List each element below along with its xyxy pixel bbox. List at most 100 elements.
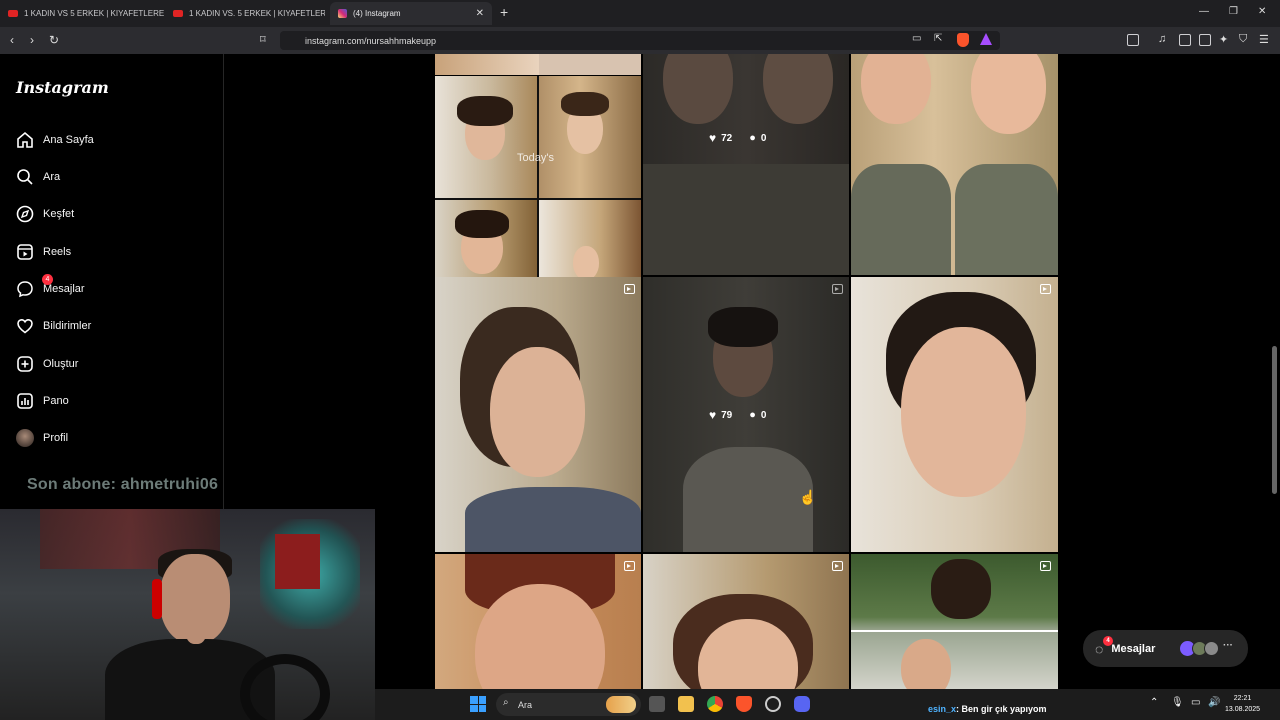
- grid-post-hovered[interactable]: ♥ 79 ● 0 ☝: [643, 277, 849, 552]
- brave-shield-icon[interactable]: [957, 33, 969, 47]
- reel-icon: [624, 561, 635, 571]
- wallet-icon[interactable]: [1199, 34, 1211, 46]
- file-explorer-icon[interactable]: [678, 696, 694, 712]
- sidebar-item-explore[interactable]: Keşfet: [16, 203, 74, 225]
- grid-post-fragment: [539, 54, 641, 75]
- discord-icon[interactable]: [794, 696, 810, 712]
- sidebar-item-dashboard[interactable]: Pano: [16, 390, 69, 412]
- close-icon[interactable]: ✕: [476, 8, 484, 19]
- tab-label: 1 KADIN VS. 5 ERKEK | KIYAFETLERE G: [189, 9, 325, 18]
- share-icon[interactable]: ⇱: [934, 33, 942, 44]
- grid-post-reel[interactable]: [643, 554, 849, 689]
- chevron-up-icon[interactable]: ⌃: [1150, 697, 1158, 708]
- brave-rewards-icon[interactable]: [980, 33, 992, 45]
- url-text: instagram.com/nursahhmakeupp: [305, 35, 437, 46]
- mouse-cursor-icon: ☝: [799, 489, 817, 505]
- webcam-feed: [0, 509, 375, 720]
- task-view-icon[interactable]: [649, 696, 665, 712]
- new-tab-icon[interactable]: +: [500, 4, 508, 20]
- dashboard-icon: [16, 392, 34, 410]
- messenger-icon: [16, 280, 34, 298]
- profile-post-grid: Today's ♥ 72 ● 0 ♥ 79 ● 0 ☝: [435, 54, 1058, 689]
- sidebar-item-messages[interactable]: 4 Mesajlar: [16, 274, 85, 300]
- grid-post-reel[interactable]: [851, 554, 1058, 689]
- youtube-icon: [173, 10, 183, 17]
- stream-subscriber-overlay: Son abone: ahmetruhi06: [27, 476, 219, 493]
- vpn-icon[interactable]: ⛉: [1239, 33, 1247, 46]
- grid-post[interactable]: [851, 54, 1058, 275]
- maximize-icon[interactable]: ❐: [1229, 6, 1238, 17]
- system-clock[interactable]: 22:21 13.08.2025: [1225, 693, 1260, 715]
- chrome-icon[interactable]: [707, 696, 723, 712]
- app-icon[interactable]: [765, 696, 781, 712]
- panel-icon[interactable]: [1179, 34, 1191, 46]
- menu-icon[interactable]: ☰: [1259, 33, 1269, 46]
- sidebar-item-label: Mesajlar: [43, 283, 85, 295]
- search-icon: ⌕: [503, 697, 509, 708]
- scrollbar-thumb[interactable]: [1272, 346, 1277, 494]
- brave-icon[interactable]: [736, 696, 752, 712]
- post-stats: ♥ 72 ● 0: [709, 131, 766, 145]
- instagram-logo[interactable]: Instagram: [16, 78, 109, 97]
- messages-pill[interactable]: ◌ 4 Mesajlar ···: [1083, 630, 1248, 667]
- sidebar-item-label: Pano: [43, 395, 69, 407]
- tab-label: (4) Instagram: [353, 9, 401, 18]
- post-stats: ♥ 79 ● 0: [709, 408, 766, 422]
- reel-icon: [624, 284, 635, 294]
- windows-taskbar: ⌕ Ara esin_x: Ben gir çık yapıyom ⌃ 🎙 ▭ …: [375, 689, 1280, 720]
- back-icon[interactable]: ‹: [10, 33, 14, 47]
- reel-icon: [1040, 561, 1051, 571]
- sidebar-item-reels[interactable]: Reels: [16, 241, 71, 263]
- sidebar-item-label: Ana Sayfa: [43, 134, 94, 146]
- search-highlight-icon: [606, 696, 636, 713]
- plus-square-icon: [16, 355, 34, 373]
- grid-post-reel[interactable]: [435, 554, 641, 689]
- chat-message: : Ben gir çık yapıyom: [956, 704, 1047, 714]
- chat-username: esin_x: [928, 704, 957, 714]
- sidebar-toggle-icon[interactable]: [1127, 34, 1139, 46]
- bookmark-icon[interactable]: ⌑: [260, 33, 266, 46]
- sidebar-item-create[interactable]: Oluştur: [16, 353, 78, 375]
- messages-pill-label: Mesajlar: [1111, 642, 1156, 655]
- home-icon: [16, 131, 34, 149]
- page-scrollbar[interactable]: [1270, 54, 1280, 689]
- stream-chat-overlay: esin_x: Ben gir çık yapıyom: [928, 704, 1047, 714]
- likes-count: 72: [721, 132, 733, 144]
- reload-icon[interactable]: ↻: [49, 33, 59, 47]
- avatar: [1204, 641, 1219, 656]
- sidebar-item-search[interactable]: Ara: [16, 166, 60, 188]
- browser-tab-active[interactable]: (4) Instagram ✕: [330, 2, 492, 25]
- browser-tab[interactable]: 1 KADIN VS 5 ERKEK | KIYAFETLERE G: [0, 2, 165, 25]
- media-icon[interactable]: ♫: [1158, 33, 1166, 45]
- microphone-icon[interactable]: 🎙: [1171, 697, 1184, 708]
- messenger-icon: ◌: [1095, 640, 1104, 657]
- compass-icon: [16, 205, 34, 223]
- grid-post-reel[interactable]: [851, 277, 1058, 552]
- grid-post-hovered[interactable]: ♥ 72 ● 0: [643, 54, 849, 275]
- grid-post-collage[interactable]: Today's: [435, 76, 641, 297]
- sidebar-item-home[interactable]: Ana Sayfa: [16, 129, 94, 151]
- collage-caption: Today's: [517, 152, 554, 164]
- display-icon[interactable]: ▭: [1191, 697, 1200, 708]
- comment-icon: ●: [749, 409, 756, 421]
- reel-icon: [832, 561, 843, 571]
- sidebar-item-label: Keşfet: [43, 208, 75, 220]
- sidebar-item-label: Ara: [43, 171, 61, 183]
- address-bar[interactable]: instagram.com/nursahhmakeupp: [280, 31, 1000, 50]
- windows-start-icon[interactable]: [470, 696, 486, 712]
- leo-ai-icon[interactable]: ✦: [1219, 33, 1228, 46]
- browser-tab[interactable]: 1 KADIN VS. 5 ERKEK | KIYAFETLERE G: [165, 2, 325, 25]
- likes-count: 79: [721, 409, 733, 421]
- cast-icon[interactable]: ▭: [912, 33, 921, 44]
- volume-icon[interactable]: 🔊: [1208, 697, 1220, 708]
- window-close-icon[interactable]: ✕: [1258, 6, 1266, 17]
- sidebar-item-notifications[interactable]: Bildirimler: [16, 315, 91, 337]
- taskbar-search[interactable]: ⌕ Ara: [496, 693, 641, 716]
- comments-count: 0: [760, 132, 767, 144]
- comment-icon: ●: [749, 132, 756, 144]
- grid-post-reel[interactable]: [435, 277, 641, 552]
- forward-icon[interactable]: ›: [30, 33, 34, 47]
- minimize-icon[interactable]: —: [1199, 6, 1209, 17]
- sidebar-item-profile[interactable]: Profil: [16, 427, 68, 449]
- reels-icon: [16, 243, 34, 261]
